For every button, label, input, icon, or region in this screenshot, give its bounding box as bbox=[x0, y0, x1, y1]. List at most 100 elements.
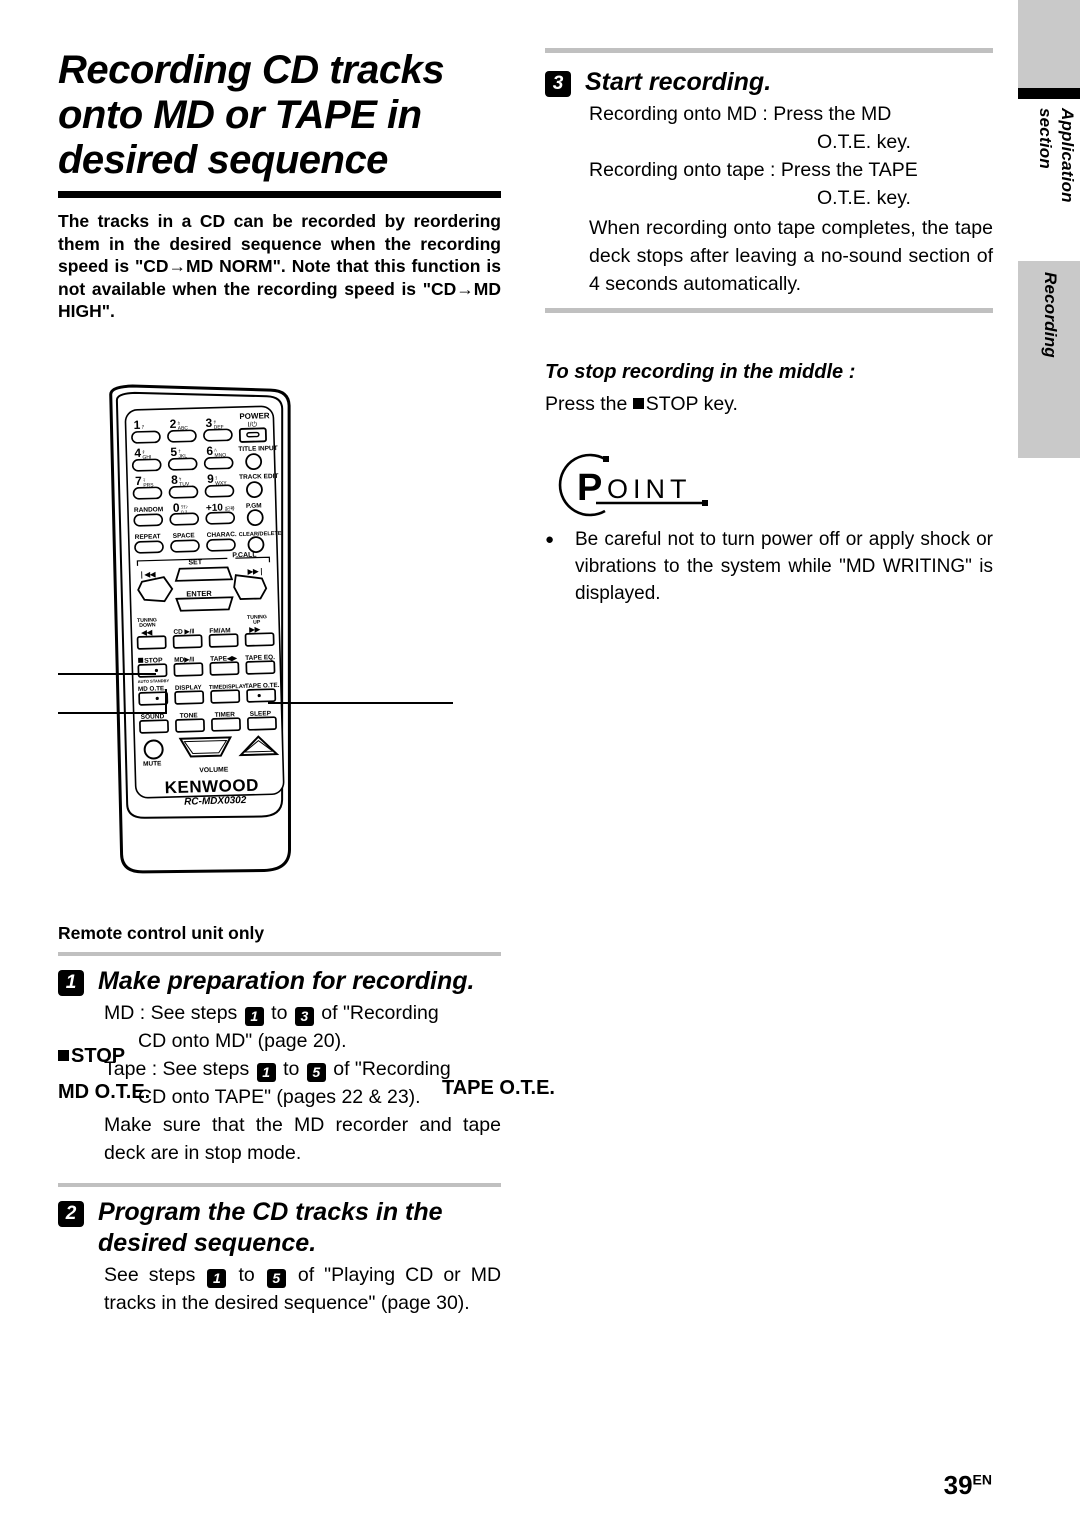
svg-text:SPACE: SPACE bbox=[173, 532, 196, 540]
svg-text:9: 9 bbox=[207, 472, 214, 486]
edge-tab-line2: section bbox=[1036, 108, 1055, 169]
point-bullet: ● Be careful not to turn power off or ap… bbox=[545, 526, 993, 607]
step-1-tape-to: 5 bbox=[306, 1062, 326, 1082]
svg-text:AUTO STANDBY: AUTO STANDBY bbox=[138, 678, 170, 684]
step-1-md-suffix: of "Recording bbox=[321, 1001, 439, 1024]
step-3-top-rule bbox=[545, 48, 993, 53]
svg-text:CHARAC.: CHARAC. bbox=[207, 531, 237, 539]
step-3-tape-line: Recording onto tape : Press the TAPE bbox=[589, 159, 918, 181]
svg-text:0: 0 bbox=[173, 501, 180, 515]
callout-stop-label: STOP bbox=[71, 1045, 126, 1067]
step-1-md-cont: CD onto MD" (page 20). bbox=[138, 1029, 347, 1052]
stop-square-icon bbox=[632, 398, 644, 409]
step-2-mid: to bbox=[238, 1263, 255, 1286]
step-2-body-prefix: See steps bbox=[104, 1263, 196, 1286]
svg-text:KENWOOD: KENWOOD bbox=[164, 776, 259, 798]
step-3-body: Recording onto MD : Press the MD O.T.E. … bbox=[545, 100, 993, 298]
svg-text:3: 3 bbox=[205, 416, 212, 430]
step-2-rule bbox=[58, 1182, 501, 1187]
svg-text:TITLE INPUT: TITLE INPUT bbox=[238, 445, 278, 453]
svg-text:5: 5 bbox=[170, 445, 177, 459]
edge-tab-recording: Recording bbox=[1041, 272, 1060, 358]
svg-text:RANDOM: RANDOM bbox=[134, 506, 163, 514]
step-1-heading: Make preparation for recording. bbox=[98, 966, 475, 995]
intro-paragraph: The tracks in a CD can be recorded by re… bbox=[58, 211, 501, 321]
step-3-bottom-rule bbox=[545, 308, 993, 313]
step-3-paragraph: When recording onto tape completes, the … bbox=[589, 217, 993, 295]
remote-svg: 1ｱ 2 ｶABC 3 ｻDEF POWER I/⏻ 4 ﾀGHI 5 ﾅJKL 6 ﾊM… bbox=[58, 384, 453, 874]
svg-text:8: 8 bbox=[171, 473, 178, 487]
page-number: 39EN bbox=[944, 1470, 992, 1501]
svg-text:P: P bbox=[577, 467, 602, 509]
stop-mid-section: To stop recording in the middle : Press … bbox=[545, 361, 993, 418]
step-3-md-line: Recording onto MD : Press the MD bbox=[589, 103, 892, 125]
manual-page: Application section Recording Recording … bbox=[0, 0, 1080, 1529]
edge-index-tab: Application section Recording bbox=[1018, 0, 1080, 458]
edge-tab-grey-top bbox=[1018, 0, 1080, 88]
step-1-number: 1 bbox=[58, 969, 84, 996]
svg-text:DOWN: DOWN bbox=[139, 622, 156, 628]
callout-stop-square-icon bbox=[58, 1050, 69, 1061]
svg-text:4: 4 bbox=[134, 446, 141, 460]
svg-text:P.GM: P.GM bbox=[246, 502, 262, 509]
svg-text:I/⏻: I/⏻ bbox=[248, 421, 258, 429]
remote-control-illustration: STOP MD O.T.E. TAPE O.T.E. 1ｱ 2 ｶ ABC 3 ｻ DE… bbox=[58, 375, 555, 1103]
step-1-md-to: 3 bbox=[294, 1006, 314, 1026]
edge-tab-line1: Application bbox=[1058, 108, 1077, 203]
step-2-number: 2 bbox=[58, 1200, 84, 1227]
step-2-to: 5 bbox=[266, 1268, 286, 1288]
page-title: Recording CD tracks onto MD or TAPE in d… bbox=[58, 48, 445, 182]
stop-mid-prefix: Press the bbox=[545, 393, 628, 415]
step-1-md-from: 1 bbox=[244, 1006, 264, 1026]
stop-mid-body: Press the STOP key. bbox=[545, 390, 993, 418]
edge-tab-black-bar bbox=[1018, 88, 1080, 99]
svg-text:CLEAR/DELETE: CLEAR/DELETE bbox=[239, 531, 282, 538]
svg-text:SET: SET bbox=[188, 559, 203, 566]
svg-text:VOLUME: VOLUME bbox=[199, 766, 229, 774]
edge-tab-application-section: Application section bbox=[1034, 108, 1078, 203]
step-1-md-prefix: MD : See steps bbox=[104, 1001, 238, 1024]
svg-text:UP: UP bbox=[253, 619, 261, 625]
point-logo-svg: P OINT bbox=[558, 453, 708, 517]
step-2-heading: Program the CD tracks in the desired seq… bbox=[98, 1197, 443, 1257]
step-1: 1 Make preparation for recording. bbox=[58, 966, 501, 997]
svg-text:1: 1 bbox=[133, 418, 140, 432]
svg-text:記号: 記号 bbox=[225, 505, 235, 512]
step-1-tape-prefix: Tape : See steps bbox=[104, 1057, 250, 1080]
point-bullet-text: Be careful not to turn power off or appl… bbox=[575, 529, 993, 604]
step-1-md-line: MD : See steps 1 to 3 of "Recording bbox=[104, 999, 501, 1027]
svg-text:POWER: POWER bbox=[239, 411, 270, 421]
remote-only-rule bbox=[58, 951, 501, 956]
svg-text:6: 6 bbox=[206, 444, 213, 458]
step-3: 3 Start recording. bbox=[545, 67, 993, 98]
right-column: 3 Start recording. Recording onto MD : P… bbox=[545, 48, 993, 607]
step-3-md-cont: O.T.E. key. bbox=[817, 131, 911, 153]
step-3-tape-cont: O.T.E. key. bbox=[817, 187, 911, 209]
svg-text:OINT: OINT bbox=[607, 474, 692, 504]
callout-stop: STOP bbox=[58, 1045, 125, 1068]
stop-mid-suffix: STOP key. bbox=[645, 393, 738, 415]
step-1-md-mid: to bbox=[271, 1001, 288, 1024]
page-language: EN bbox=[972, 1471, 992, 1488]
svg-text:TRACK EDIT: TRACK EDIT bbox=[239, 473, 279, 481]
page-number-value: 39 bbox=[943, 1470, 973, 1500]
svg-text:7: 7 bbox=[135, 474, 142, 488]
point-logo: P OINT POINT bbox=[549, 452, 993, 518]
step-3-number: 3 bbox=[545, 71, 571, 97]
svg-text:2: 2 bbox=[169, 417, 176, 431]
callout-tape-ote: TAPE O.T.E. bbox=[442, 1077, 555, 1099]
step-3-heading: Start recording. bbox=[585, 68, 772, 96]
title-rule bbox=[58, 191, 501, 198]
step-2-body: See steps 1 to 5 of "Playing CD or MD tr… bbox=[58, 1261, 501, 1317]
callout-md-ote: MD O.T.E. bbox=[58, 1081, 151, 1103]
step-1-tape-suffix: of "Recording bbox=[333, 1057, 451, 1080]
step-1-tape-mid: to bbox=[283, 1057, 300, 1080]
step-2-from: 1 bbox=[207, 1268, 227, 1288]
svg-text:REPEAT: REPEAT bbox=[135, 533, 161, 541]
svg-text:P.CALL: P.CALL bbox=[232, 552, 257, 560]
svg-text:▶▶❘: ▶▶❘ bbox=[247, 567, 265, 575]
bullet-dot-icon: ● bbox=[545, 531, 555, 548]
stop-mid-heading: To stop recording in the middle : bbox=[545, 361, 856, 383]
step-1-note: Make sure that the MD recorder and tape … bbox=[104, 1113, 501, 1164]
svg-text:❘◀◀: ❘◀◀ bbox=[139, 570, 156, 578]
